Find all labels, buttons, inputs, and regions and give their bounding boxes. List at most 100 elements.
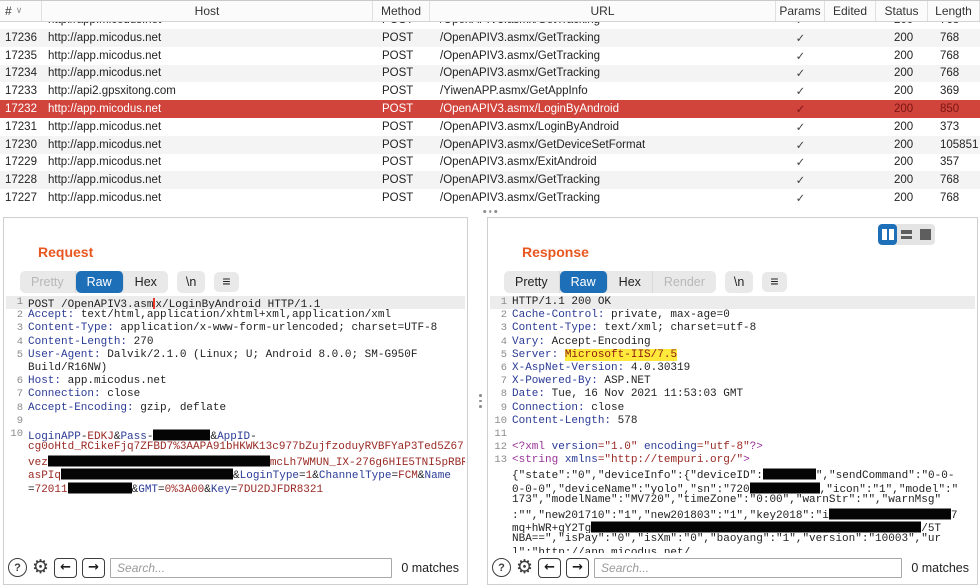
- text-segment: HTTP/1.1 200 OK: [512, 296, 611, 308]
- cell-status: 200: [876, 174, 928, 186]
- horizontal-splitter-handle[interactable]: [473, 207, 507, 216]
- column-header-edited[interactable]: Edited: [825, 1, 876, 21]
- cell-length: 850: [928, 103, 980, 115]
- request-editor[interactable]: 1POST /OpenAPIV3.asmx/LoginByAndroid HTT…: [6, 296, 465, 553]
- redaction-bar: [61, 469, 233, 480]
- previous-match-button[interactable]: ←: [538, 558, 561, 578]
- text-segment: x/LoginByAndroid HTTP/1.1: [155, 299, 320, 309]
- tab-raw[interactable]: Raw: [560, 271, 608, 293]
- cell-method: POST: [373, 192, 430, 204]
- table-row-partial[interactable]: http://app.micodus.netPOST/OpenAPIV3.asm…: [0, 22, 980, 29]
- text-segment: -: [147, 431, 154, 441]
- cell-status: 200: [876, 32, 928, 44]
- tab-render[interactable]: Render: [653, 271, 716, 293]
- params-check-icon: ✓: [776, 191, 825, 205]
- table-row[interactable]: 17234http://app.micodus.netPOST/OpenAPIV…: [0, 65, 980, 83]
- tab-hex[interactable]: Hex: [124, 271, 168, 293]
- column-header-method[interactable]: Method: [373, 1, 430, 21]
- line-number: 4: [6, 336, 28, 349]
- line-number: 1: [6, 296, 28, 309]
- editor-line: 5User-Agent: Dalvik/2.1.0 (Linux; U; And…: [6, 349, 465, 362]
- show-newlines-button[interactable]: \n: [725, 271, 753, 293]
- cell-url: /OpenAPIV3.asmx/GetDeviceSetFormat: [430, 139, 776, 151]
- help-icon[interactable]: ?: [8, 558, 27, 577]
- show-newlines-button[interactable]: \n: [177, 271, 205, 293]
- table-row[interactable]: 17233http://api2.gpsxitong.comPOST/Yiwen…: [0, 82, 980, 100]
- text-segment: Accept-Encoding:: [28, 402, 134, 414]
- previous-match-button[interactable]: ←: [54, 558, 77, 578]
- request-search-input[interactable]: [110, 558, 392, 578]
- layout-rows-button[interactable]: [897, 224, 916, 245]
- table-row[interactable]: 17236http://app.micodus.netPOST/OpenAPIV…: [0, 29, 980, 47]
- text-segment: 578: [611, 415, 637, 427]
- text-segment: Tue, 16 Nov 2021 11:53:03 GMT: [545, 388, 743, 400]
- column-header-params[interactable]: Params: [776, 1, 825, 21]
- text-segment: Content-Type:: [28, 322, 114, 334]
- column-header-url[interactable]: URL: [430, 1, 776, 21]
- column-header-number[interactable]: #∨: [0, 1, 42, 21]
- next-match-button[interactable]: →: [566, 558, 589, 578]
- response-editor[interactable]: 1HTTP/1.1 200 OK2Cache-Control: private,…: [490, 296, 975, 553]
- editor-line: NBA==","isPay":"0","isXm":"0","baoyang":…: [490, 533, 975, 546]
- cell-number: 17235: [0, 50, 42, 62]
- text-segment: POST /OpenAPIV3.asm: [28, 299, 153, 309]
- layout-single-button[interactable]: [916, 224, 935, 245]
- table-row[interactable]: http://app.micodus.netPOST/OpenAPIV3.asm…: [0, 22, 980, 29]
- line-content: vezmcLh7WMUN_IX-276g6HIE5TNI5pRBR3gv: [28, 454, 465, 467]
- line-content: 0-0-0","deviceName":"yolo","sn":"720,"ic…: [512, 481, 975, 494]
- params-check-icon: ✓: [776, 31, 825, 45]
- text-segment: app.micodus.net: [61, 375, 167, 387]
- text-segment: /5T: [921, 523, 941, 533]
- text-segment: LoginAPP: [28, 431, 81, 441]
- editor-line: 7X-Powered-By: ASP.NET: [490, 375, 975, 388]
- help-icon[interactable]: ?: [492, 558, 511, 577]
- text-segment: NBA==","isPay":"0","isXm":"0","baoyang":…: [512, 533, 941, 545]
- text-segment: ,"icon":"1","model":": [820, 484, 959, 494]
- table-rows: 17236http://app.micodus.netPOST/OpenAPIV…: [0, 29, 980, 206]
- line-content: Cache-Control: private, max-age=0: [512, 309, 975, 322]
- editor-line: 3Content-Type: text/xml; charset=utf-8: [490, 322, 975, 335]
- table-row[interactable]: 17230http://app.micodus.netPOST/OpenAPIV…: [0, 136, 980, 154]
- response-search-input[interactable]: [594, 558, 902, 578]
- text-caret: [153, 298, 155, 309]
- text-segment: :"","new201710":"1","new201803":"1","key…: [512, 510, 829, 520]
- column-header-host[interactable]: Host: [42, 1, 373, 21]
- table-row-selected[interactable]: 17232http://app.micodus.netPOST/OpenAPIV…: [0, 100, 980, 118]
- line-number: 12: [490, 441, 512, 454]
- table-row[interactable]: 17229http://app.micodus.netPOST/OpenAPIV…: [0, 154, 980, 172]
- table-row[interactable]: 17227http://app.micodus.netPOST/OpenAPIV…: [0, 189, 980, 206]
- params-check-icon: ✓: [776, 84, 825, 98]
- next-match-button[interactable]: →: [82, 558, 105, 578]
- line-number: [490, 507, 512, 520]
- cell-host: http://app.micodus.net: [42, 22, 373, 26]
- vertical-splitter-handle[interactable]: [475, 390, 486, 412]
- tab-raw[interactable]: Raw: [76, 271, 124, 293]
- column-header-length[interactable]: Length: [928, 1, 980, 21]
- text-segment: {"state":"0","deviceInfo":{"deviceID":: [512, 470, 763, 480]
- text-segment: =: [158, 484, 165, 494]
- cell-method: POST: [373, 174, 430, 186]
- text-segment: text/html,application/xhtml+xml,applicat…: [74, 309, 391, 321]
- tab-pretty[interactable]: Pretty: [20, 271, 76, 293]
- cell-status: 200: [876, 192, 928, 204]
- line-number: [490, 467, 512, 480]
- text-segment: &: [233, 470, 240, 480]
- cell-status: 200: [876, 139, 928, 151]
- text-segment: Server:: [512, 349, 558, 361]
- layout-columns-button[interactable]: [878, 224, 897, 245]
- cell-method: POST: [373, 121, 430, 133]
- cell-length: 768: [928, 174, 980, 186]
- text-segment: Vary:: [512, 336, 545, 348]
- table-row[interactable]: 17231http://app.micodus.netPOST/OpenAPIV…: [0, 118, 980, 136]
- menu-icon[interactable]: ≡: [214, 272, 238, 292]
- line-number: [490, 481, 512, 494]
- tab-pretty[interactable]: Pretty: [504, 271, 560, 293]
- tab-hex[interactable]: Hex: [608, 271, 653, 293]
- editor-line: 11: [490, 428, 975, 441]
- column-header-status[interactable]: Status: [876, 1, 928, 21]
- table-row[interactable]: 17228http://app.micodus.netPOST/OpenAPIV…: [0, 171, 980, 189]
- table-row[interactable]: 17235http://app.micodus.netPOST/OpenAPIV…: [0, 47, 980, 65]
- gear-icon[interactable]: ⚙: [32, 559, 49, 576]
- gear-icon[interactable]: ⚙: [516, 559, 533, 576]
- menu-icon[interactable]: ≡: [762, 272, 786, 292]
